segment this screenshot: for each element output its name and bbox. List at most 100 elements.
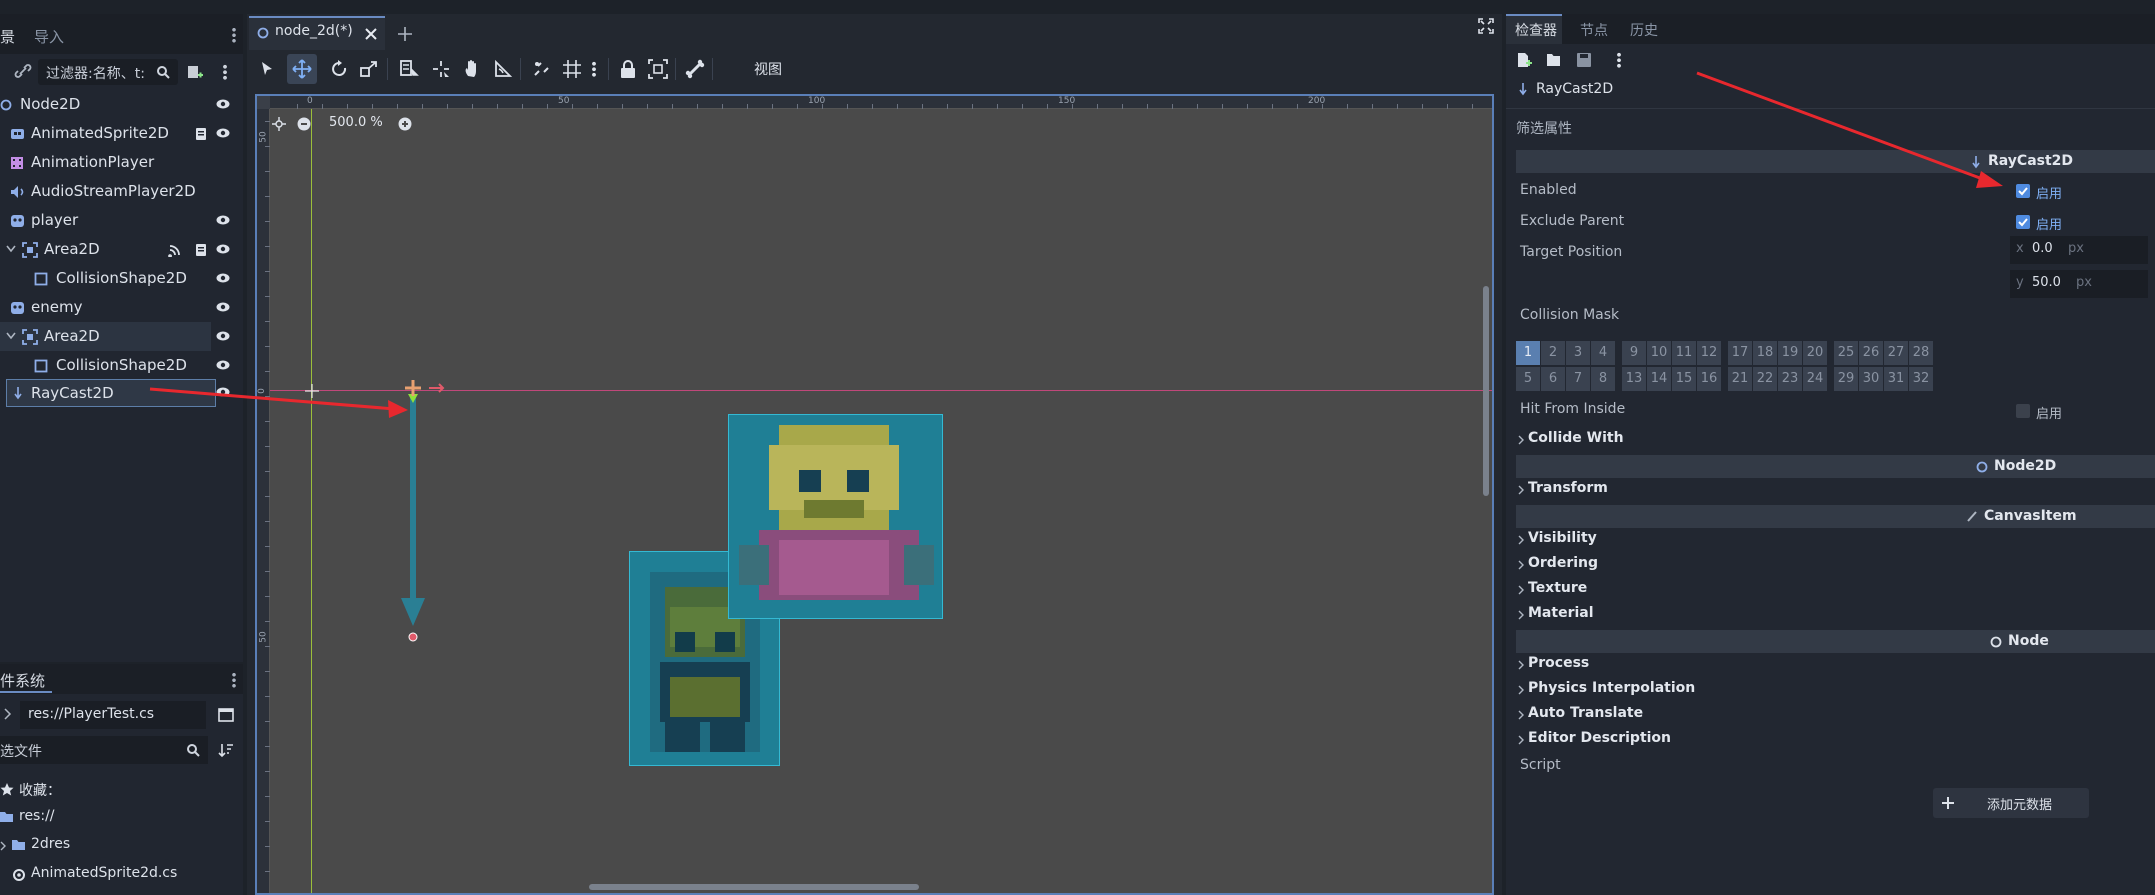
pivot-mode-icon[interactable] (430, 58, 452, 80)
enemy-sprite[interactable] (728, 414, 943, 619)
grid-snap-icon[interactable] (561, 58, 583, 80)
scene-tab[interactable]: node_2d(*) (249, 16, 385, 50)
fs-item-res[interactable]: res:// (19, 808, 55, 824)
tree-item-animatedsprite2d[interactable]: AnimatedSprite2D (0, 119, 243, 148)
bone-icon[interactable] (684, 58, 706, 80)
select-mode-icon[interactable] (257, 58, 279, 80)
collision-layer-bit[interactable]: 30 (1859, 367, 1883, 391)
smart-snap-icon[interactable] (531, 58, 553, 80)
visibility-eye-icon[interactable] (216, 301, 230, 313)
visibility-eye-icon[interactable] (216, 330, 230, 342)
section-ordering[interactable]: Ordering (1528, 555, 1598, 571)
viewport-scrollbar-horizontal[interactable] (589, 884, 919, 890)
collision-layer-bit[interactable]: 14 (1647, 367, 1671, 391)
collision-layer-bit[interactable]: 32 (1909, 367, 1933, 391)
fs-item-2dres[interactable]: 2dres (31, 836, 70, 852)
collision-layer-bit[interactable]: 16 (1697, 367, 1721, 391)
tree-item-audiostreamplayer2d[interactable]: AudioStreamPlayer2D (0, 177, 243, 206)
collision-layer-bit[interactable]: 5 (1516, 367, 1540, 391)
sort-icon[interactable] (218, 742, 234, 758)
pan-mode-icon[interactable] (462, 58, 484, 80)
scene-filter-input[interactable]: 过滤器:名称、t: (38, 59, 178, 85)
chevron-right-icon[interactable] (0, 841, 6, 851)
collision-layer-bit[interactable]: 27 (1884, 341, 1908, 365)
visibility-eye-icon[interactable] (216, 127, 230, 139)
inspector-menu-icon[interactable] (1617, 52, 1621, 68)
viewport-2d[interactable]: 0 50 100 150 200 50 0 50 500.0 % (255, 94, 1494, 895)
link-icon[interactable] (14, 64, 32, 78)
chevron-down-icon[interactable] (6, 245, 16, 253)
tree-item-enemy[interactable]: enemy (0, 293, 243, 322)
dock-menu-icon[interactable] (232, 27, 236, 43)
fs-filter-input[interactable]: 选文件 (0, 736, 208, 764)
close-icon[interactable] (365, 28, 377, 40)
enabled-checkbox[interactable] (2016, 184, 2030, 198)
collision-layer-bit[interactable]: 18 (1753, 341, 1777, 365)
node-pivot-gizmo[interactable] (399, 378, 445, 398)
tab-node[interactable]: 节点 (1580, 20, 1608, 40)
collision-layer-bit[interactable]: 9 (1622, 341, 1646, 365)
viewport-scrollbar-vertical[interactable] (1483, 286, 1489, 496)
collision-layer-bit[interactable]: 13 (1622, 367, 1646, 391)
collision-layer-bit[interactable]: 22 (1753, 367, 1777, 391)
section-process[interactable]: Process (1528, 655, 1589, 671)
visibility-eye-icon[interactable] (216, 214, 230, 226)
collision-layer-bit[interactable]: 24 (1803, 367, 1827, 391)
section-editor-description[interactable]: Editor Description (1528, 730, 1671, 746)
zoom-out-icon[interactable] (297, 117, 311, 131)
visibility-eye-icon[interactable] (216, 243, 230, 255)
zoom-level[interactable]: 500.0 % (329, 115, 383, 130)
add-metadata-button[interactable]: 添加元数据 (1933, 788, 2089, 818)
collision-layer-bit[interactable]: 3 (1566, 341, 1590, 365)
tree-item-collisionshape2d-enemy[interactable]: CollisionShape2D (0, 351, 243, 380)
scene-menu-icon[interactable] (223, 64, 227, 80)
rotate-mode-icon[interactable] (328, 58, 350, 80)
collision-layer-bit[interactable]: 28 (1909, 341, 1933, 365)
tab-import[interactable]: 导入 (34, 26, 64, 47)
zoom-in-icon[interactable] (398, 117, 412, 131)
tree-item-node2d[interactable]: Node2D (0, 90, 243, 119)
signal-icon[interactable] (168, 243, 182, 257)
collision-layer-bit[interactable]: 17 (1728, 341, 1752, 365)
collision-layer-bit[interactable]: 26 (1859, 341, 1883, 365)
chevron-right-icon[interactable] (4, 708, 12, 720)
script-icon[interactable] (195, 127, 208, 141)
tab-inspector[interactable]: 检查器 (1515, 20, 1557, 40)
section-physics-interpolation[interactable]: Physics Interpolation (1528, 680, 1695, 696)
collision-layer-bit[interactable]: 19 (1778, 341, 1802, 365)
distraction-free-icon[interactable] (1478, 18, 1494, 34)
collision-layer-bit[interactable]: 20 (1803, 341, 1827, 365)
section-transform[interactable]: Transform (1528, 480, 1608, 496)
collision-layer-bit[interactable]: 7 (1566, 367, 1590, 391)
tree-item-player[interactable]: player (0, 206, 243, 235)
visibility-eye-icon[interactable] (216, 386, 230, 398)
section-visibility[interactable]: Visibility (1528, 530, 1597, 546)
collision-layer-bit[interactable]: 1 (1516, 341, 1540, 365)
collision-layer-bit[interactable]: 12 (1697, 341, 1721, 365)
fs-path-field[interactable]: res://PlayerTest.cs (20, 701, 206, 729)
collision-layer-bit[interactable]: 4 (1591, 341, 1615, 365)
filter-properties-input[interactable]: 筛选属性 (1516, 118, 1572, 138)
view-menu-button[interactable]: 视图 (754, 59, 782, 79)
collision-layer-bit[interactable]: 25 (1834, 341, 1858, 365)
collision-layer-bit[interactable]: 10 (1647, 341, 1671, 365)
tab-scene[interactable]: 景 (0, 26, 15, 47)
collision-layer-bit[interactable]: 29 (1834, 367, 1858, 391)
inspected-object-name[interactable]: RayCast2D (1536, 81, 1613, 97)
tree-item-collisionshape2d-player[interactable]: CollisionShape2D (0, 264, 243, 293)
ruler-mode-icon[interactable] (492, 58, 514, 80)
collision-layer-bit[interactable]: 11 (1672, 341, 1696, 365)
script-icon[interactable] (195, 243, 208, 257)
tree-item-area2d-enemy[interactable]: Area2D (0, 322, 211, 351)
collision-layer-bit[interactable]: 23 (1778, 367, 1802, 391)
collision-layer-bit[interactable]: 2 (1541, 341, 1565, 365)
open-folder-icon[interactable] (1546, 53, 1562, 67)
target-position-x-field[interactable]: x 0.0 px (2010, 236, 2148, 264)
group-icon[interactable] (647, 58, 669, 80)
target-position-y-field[interactable]: y 50.0 px (2010, 270, 2148, 298)
lock-icon[interactable] (617, 58, 639, 80)
split-view-icon[interactable] (218, 708, 234, 722)
tree-item-animationplayer[interactable]: AnimationPlayer (0, 148, 243, 177)
collision-layer-bit[interactable]: 8 (1591, 367, 1615, 391)
collision-layer-bit[interactable]: 15 (1672, 367, 1696, 391)
